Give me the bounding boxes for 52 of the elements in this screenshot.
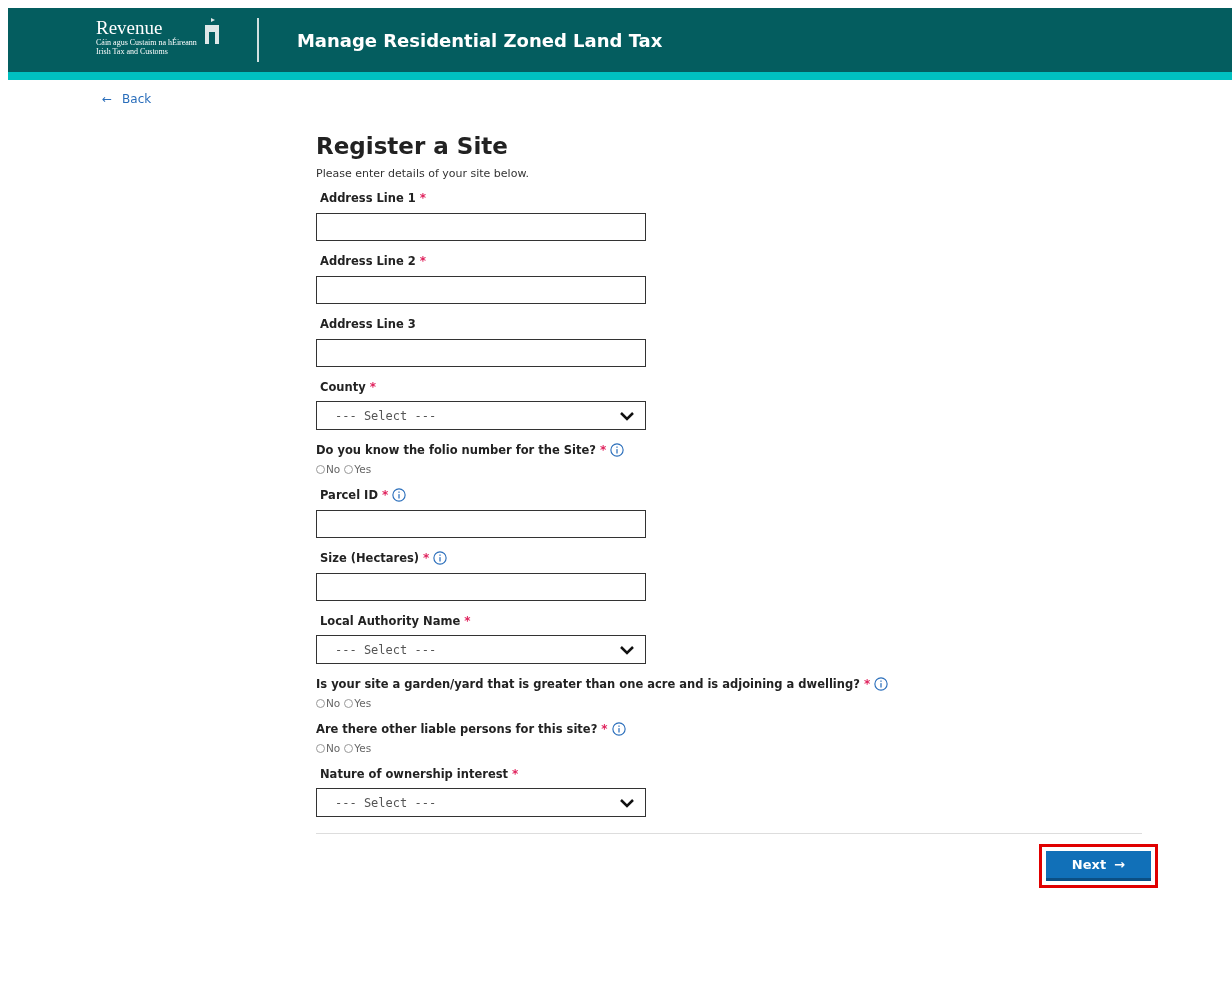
field-label: Address Line 2 — [320, 254, 416, 268]
radio-option[interactable]: No — [316, 697, 341, 709]
select-field[interactable]: --- Select --- — [316, 401, 646, 430]
input-field[interactable] — [316, 510, 646, 538]
required-mark: * — [369, 380, 376, 394]
info-icon[interactable] — [610, 443, 625, 457]
field-label: Address Line 3 — [320, 317, 416, 331]
required-mark: * — [423, 551, 430, 565]
field-label: Local Authority Name — [320, 614, 461, 628]
field-label: Size (Hectares) — [320, 551, 420, 565]
required-mark: * — [464, 614, 471, 628]
page-header-title: Manage Residential Zoned Land Tax — [296, 29, 663, 51]
chevron-down-icon — [619, 797, 635, 808]
info-icon[interactable] — [433, 551, 448, 565]
required-mark: * — [601, 722, 608, 736]
radio-option[interactable]: No — [316, 463, 341, 475]
info-icon[interactable] — [392, 488, 407, 502]
input-field[interactable] — [316, 339, 646, 367]
required-mark: * — [419, 191, 427, 205]
field-label: Parcel ID — [320, 488, 378, 502]
radio-option[interactable]: No — [316, 742, 341, 754]
chevron-down-icon — [619, 410, 635, 421]
next-button[interactable]: Next → — [1045, 851, 1151, 881]
required-mark: * — [863, 677, 871, 691]
input-field[interactable] — [316, 276, 646, 304]
building-icon — [202, 18, 221, 44]
required-mark: * — [512, 767, 519, 781]
required-mark: * — [381, 488, 389, 502]
field-label: Address Line 1 — [320, 191, 416, 205]
required-mark: * — [599, 443, 607, 457]
radio-option[interactable]: Yes — [344, 742, 372, 754]
input-field[interactable] — [316, 213, 646, 241]
input-field[interactable] — [316, 573, 646, 601]
radio-option[interactable]: Yes — [344, 463, 372, 475]
field-label: Do you know the folio number for the Site? — [316, 443, 596, 457]
required-mark: * — [419, 254, 427, 268]
radio-option[interactable]: Yes — [344, 697, 372, 709]
field-label: Is your site a garden/yard that is greater than one acre and is adjoining a dwelling? — [316, 677, 860, 691]
field-label: Nature of ownership interest — [320, 767, 509, 781]
field-label: Are there other liable persons for this site? — [316, 722, 598, 736]
info-icon[interactable] — [874, 677, 889, 691]
form-title: Register a Site — [316, 133, 509, 159]
form-intro: Please enter details of your site below. — [316, 167, 530, 180]
info-icon[interactable] — [611, 722, 626, 736]
logo-subtitle: Cáin agus Custaim na hÉireann — [96, 38, 197, 47]
select-field[interactable]: --- Select --- — [316, 788, 646, 817]
chevron-down-icon — [619, 644, 635, 655]
logo-subtitle: Irish Tax and Customs — [96, 47, 169, 56]
back-link[interactable]: ← Back — [102, 92, 152, 106]
logo-name: Revenue — [96, 18, 164, 38]
select-field[interactable]: --- Select --- — [316, 635, 646, 664]
field-label: County — [320, 380, 366, 394]
